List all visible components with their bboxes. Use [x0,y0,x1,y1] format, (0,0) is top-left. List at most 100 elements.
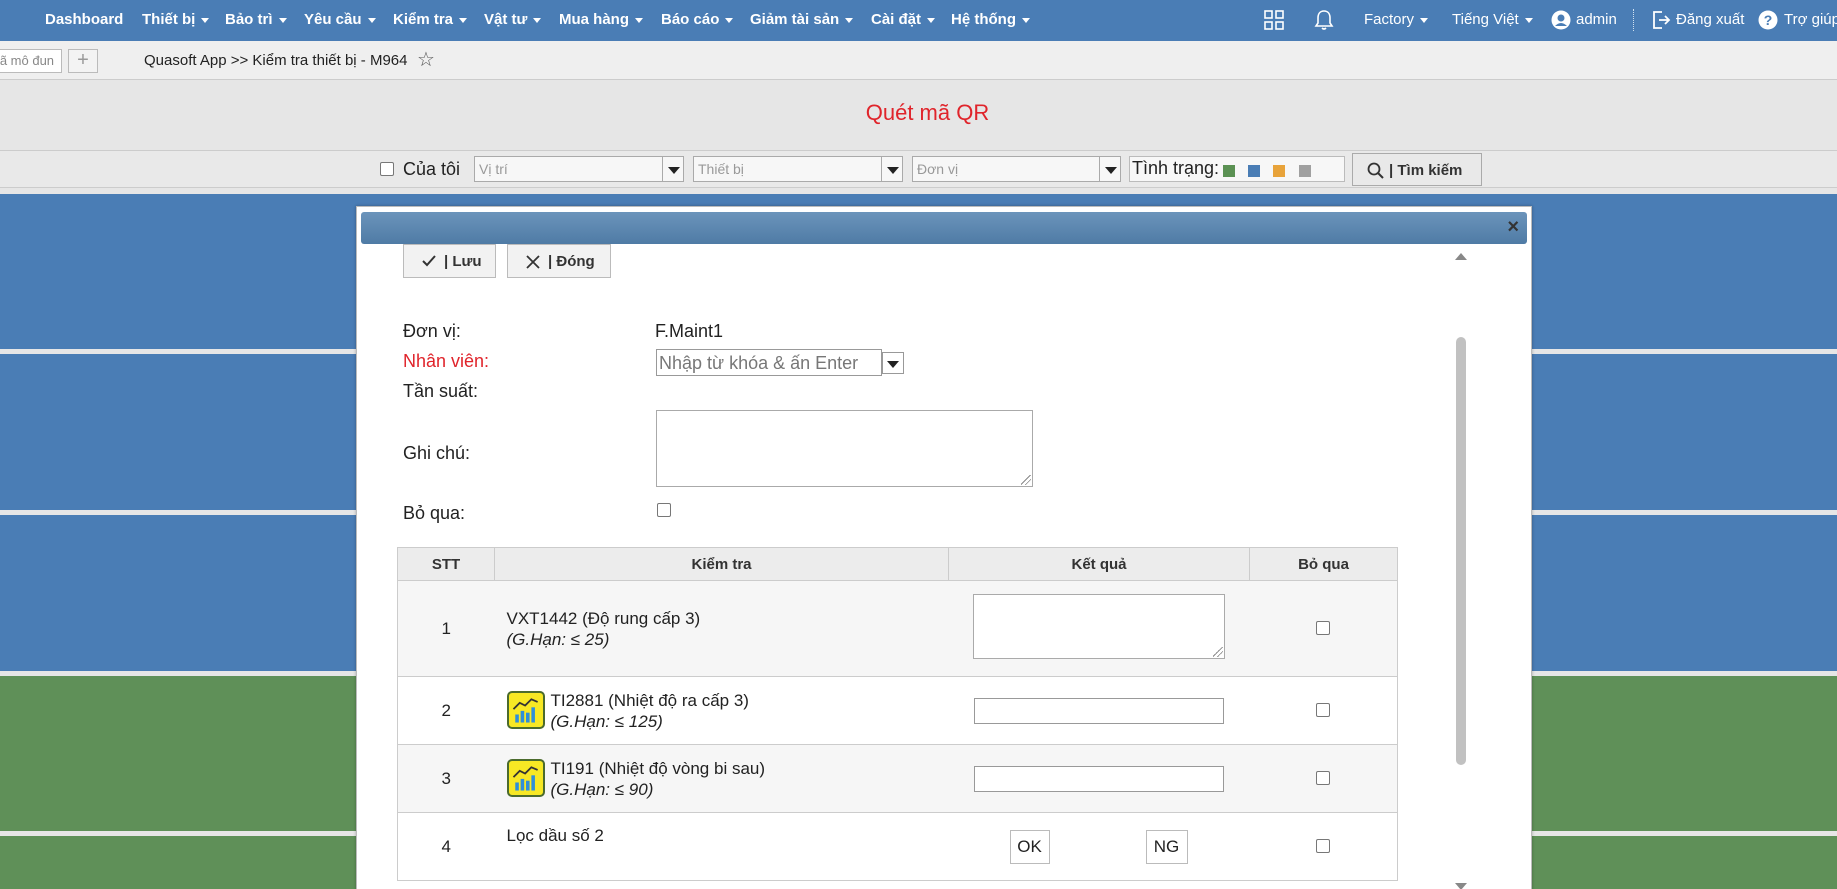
row-number: 4 [397,812,495,881]
employee-label: Nhân viên: [403,351,490,371]
nav-kiem-tra[interactable]: Kiểm tra [393,11,468,28]
search-icon [1367,162,1384,179]
nav-dashboard[interactable]: Dashboard [45,11,123,28]
location-combo[interactable]: Vị trí [474,156,663,182]
status-green-swatch[interactable] [1223,165,1235,177]
save-button[interactable]: | Lưu [403,244,496,278]
row-skip-checkbox[interactable] [1315,703,1330,717]
resize-handle-icon[interactable] [1021,475,1031,485]
note-textarea[interactable] [656,410,1033,487]
nav-dashboard-label: Dashboard [45,11,124,28]
result-input[interactable] [973,766,1224,792]
caret-down-icon [367,17,376,23]
limit-text: (G.Hạn: ≤ 90) [550,779,654,799]
caret-down-icon [278,17,287,23]
ok-button[interactable]: OK [1009,830,1050,864]
add-tab-button[interactable]: + [68,49,98,73]
nav-yeu-cau-label: Yêu cầu [304,11,362,28]
star-icon[interactable]: ☆ [417,47,435,72]
status-filter[interactable]: Tình trạng: [1129,156,1345,182]
nav-bao-tri-label: Bảo trì [225,11,273,28]
skip-cell [1249,580,1398,677]
user-menu[interactable]: admin [1576,11,1617,28]
skip-cell [1249,744,1398,813]
result-cell [948,676,1250,745]
nav-giam-tai-san[interactable]: Giảm tài sản [750,11,854,28]
caret-down-icon [201,17,210,23]
employee-dropdown-button[interactable] [882,352,904,374]
unit-label: Đơn vị: [403,321,461,341]
nav-bao-cao[interactable]: Báo cáo [661,11,734,28]
result-input[interactable] [973,698,1224,724]
status-blue-swatch[interactable] [1248,165,1260,177]
scroll-up-icon[interactable] [1455,253,1467,260]
nav-bao-tri[interactable]: Bảo trì [225,11,287,28]
result-cell [948,580,1250,677]
nav-cai-dat[interactable]: Cài đặt [871,11,936,28]
close-icon[interactable]: × [1507,217,1519,237]
resize-handle-icon[interactable] [1212,647,1223,657]
unit-dropdown-button[interactable] [1099,156,1121,182]
row-skip-checkbox[interactable] [1315,621,1330,635]
caret-down-icon [845,17,854,23]
device-combo[interactable]: Thiết bị [693,156,882,182]
factory-label: Factory [1364,11,1415,28]
inspection-dialog: × | Lưu | Đóng Đơn vị: F.Maint1 Nhân viê… [356,206,1532,889]
limit-text: (G.Hạn: ≤ 25) [506,629,610,649]
col-header-skip: Bỏ qua [1249,547,1398,581]
ng-button[interactable]: NG [1145,830,1188,864]
scrollbar-thumb[interactable] [1456,337,1466,765]
result-textarea[interactable] [972,594,1225,659]
help-icon[interactable]: ? [1758,10,1778,30]
row-number: 1 [397,580,495,677]
user-avatar-icon[interactable] [1551,10,1571,30]
unit-placeholder: Đơn vị [917,161,959,177]
row-skip-checkbox[interactable] [1315,839,1330,853]
check-item-name: TI191 (Nhiệt độ vòng bi sau) [550,758,766,778]
tab-bar: Mã mô đun + Quasoft App >> Kiểm tra thiế… [0,41,1837,80]
skip-label: Bỏ qua: [403,503,466,523]
skip-checkbox[interactable] [657,503,671,517]
employee-placeholder: Nhập từ khóa & ấn Enter [659,353,859,373]
check-icon [422,255,436,267]
employee-input[interactable]: Nhập từ khóa & ấn Enter [656,349,882,376]
row-number: 2 [397,676,495,745]
close-button[interactable]: | Đóng [507,244,611,278]
nav-kiem-tra-label: Kiểm tra [393,11,454,28]
caret-down-icon [459,17,468,23]
module-search-input[interactable]: Mã mô đun [0,49,62,73]
device-dropdown-button[interactable] [881,156,903,182]
row-skip-checkbox[interactable] [1315,771,1330,785]
factory-selector[interactable]: Factory [1364,11,1429,28]
nav-thiet-bi[interactable]: Thiết bị [142,11,210,28]
language-selector[interactable]: Tiếng Việt [1452,11,1533,28]
help-link[interactable]: Trợ giúp [1784,11,1837,28]
mine-checkbox[interactable] [380,162,394,176]
trend-chart-icon[interactable] [506,759,545,797]
check-item-limit: (G.Hạn: ≤ 90) [495,779,949,800]
logout-icon[interactable] [1651,10,1671,30]
check-item-cell: TI191 (Nhiệt độ vòng bi sau) (G.Hạn: ≤ 9… [494,744,949,813]
search-button[interactable]: | Tìm kiếm [1352,153,1482,186]
bell-icon[interactable] [1314,9,1334,31]
status-gray-swatch[interactable] [1299,165,1311,177]
status-orange-swatch[interactable] [1273,165,1285,177]
location-dropdown-button[interactable] [662,156,684,182]
unit-combo[interactable]: Đơn vị [912,156,1101,182]
nav-vat-tu[interactable]: Vật tư [484,11,542,28]
result-cell: OK NG [948,812,1250,881]
limit-text: (G.Hạn: ≤ 125) [550,711,663,731]
scroll-down-icon[interactable] [1455,883,1467,889]
page-title: Quét mã QR [865,100,990,125]
nav-he-thong[interactable]: Hệ thống [951,11,1030,28]
search-button-label: | Tìm kiếm [1389,162,1463,179]
check-item-limit: (G.Hạn: ≤ 125) [495,711,949,732]
table-row: 1 VXT1442 (Độ rung cấp 3) (G.Hạn: ≤ 25) [397,580,1398,677]
logout-link[interactable]: Đăng xuất [1676,11,1744,28]
result-cell [948,744,1250,813]
nav-yeu-cau[interactable]: Yêu cầu [304,11,376,28]
grid-apps-icon[interactable] [1264,10,1284,30]
nav-mua-hang[interactable]: Mua hàng [559,11,643,28]
caret-down-icon [635,17,643,23]
trend-chart-icon[interactable] [506,691,545,729]
